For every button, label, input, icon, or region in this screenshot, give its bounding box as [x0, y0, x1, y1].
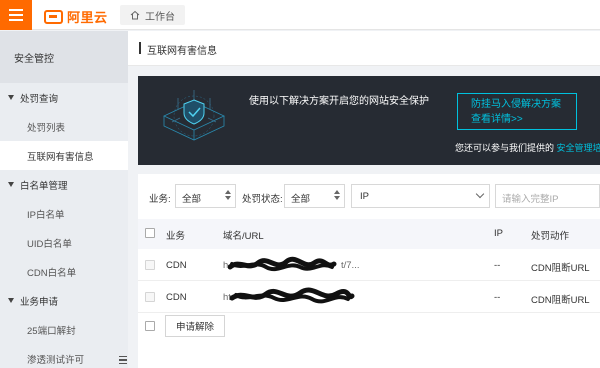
redacted-url-scribble: [230, 287, 355, 304]
row-business: CDN: [166, 292, 187, 303]
page-header: 互联网有害信息: [128, 31, 600, 66]
sidebar-item-uid-whitelist[interactable]: UID白名单: [0, 228, 128, 257]
type-filter-select[interactable]: IP: [351, 184, 490, 208]
row-checkbox: [145, 260, 155, 270]
aliyun-logo-icon: [44, 9, 63, 24]
row-ip: --: [494, 260, 501, 271]
security-shield-illustration-icon: [163, 90, 225, 141]
sidebar-item-harmful-info[interactable]: 互联网有害信息: [0, 141, 128, 170]
workspace-tab-label: 工作台: [145, 11, 175, 23]
sidebar-group-label: 白名单管理: [20, 180, 68, 192]
menu-icon[interactable]: [0, 0, 32, 30]
row-action: CDN阻断URL: [531, 263, 590, 274]
workspace-tab[interactable]: 工作台: [120, 5, 185, 25]
banner-sub-label: 您还可以参与我们提供的: [455, 143, 555, 153]
caret-down-icon: [8, 298, 14, 303]
sidebar-item-pentest-permit[interactable]: 渗透测试许可: [0, 344, 128, 368]
status-filter-label: 处罚状态:: [242, 194, 283, 205]
page-title: 互联网有害信息: [139, 42, 217, 57]
solution-button-line1: 防挂马入侵解决方案: [471, 99, 561, 110]
footer-select-all-checkbox[interactable]: [145, 321, 155, 331]
sidebar-item-port25-unblock[interactable]: 25端口解封: [0, 315, 128, 344]
table-row: CDN h t/7... -- CDN阻断URL: [138, 249, 600, 281]
spinner-arrows-icon: [225, 190, 231, 200]
banner-text: 使用以下解决方案开启您的网站安全保护: [249, 96, 429, 107]
ip-search-input[interactable]: [495, 184, 600, 208]
security-training-link[interactable]: 安全管理培训: [557, 143, 600, 153]
row-checkbox: [145, 292, 155, 302]
status-filter-select[interactable]: 全部: [284, 184, 345, 208]
row-ip: --: [494, 292, 501, 303]
sidebar-group-penalty-query[interactable]: 处罚查询: [0, 83, 128, 112]
business-filter-value: 全部: [182, 194, 202, 205]
status-filter-value: 全部: [291, 194, 311, 205]
logo-text: 阿里云: [67, 10, 108, 25]
sidebar-group-label: 业务申请: [20, 296, 59, 308]
aliyun-logo[interactable]: 阿里云: [44, 7, 108, 26]
sidebar: 安全管控 处罚查询 处罚列表 互联网有害信息 白名单管理 IP白名单 UID白名…: [0, 31, 128, 368]
sidebar-item-ip-whitelist[interactable]: IP白名单: [0, 199, 128, 228]
apply-unblock-button[interactable]: 申请解除: [165, 315, 226, 337]
sidebar-collapse-icon[interactable]: [119, 354, 129, 366]
chevron-down-icon: [475, 189, 485, 199]
table-header: 业务 域名/URL IP 处罚动作: [138, 219, 600, 249]
table-row: CDN ht -- CDN阻断URL: [138, 281, 600, 313]
top-bar: 阿里云 工作台: [0, 0, 600, 30]
sidebar-item-cdn-whitelist[interactable]: CDN白名单: [0, 257, 128, 286]
col-business: 业务: [166, 231, 186, 242]
business-filter-select[interactable]: 全部: [175, 184, 236, 208]
col-action: 处罚动作: [531, 231, 570, 242]
select-all-checkbox[interactable]: [145, 228, 155, 238]
type-filter-value: IP: [360, 191, 369, 202]
caret-down-icon: [8, 182, 14, 187]
sidebar-group-business-apply[interactable]: 业务申请: [0, 286, 128, 315]
content-panel: 业务: 全部 处罚状态: 全部 IP 业务 域名/URL IP 处罚动作 CDN…: [138, 174, 600, 368]
banner-sub-text: 您还可以参与我们提供的 安全管理培训: [455, 141, 600, 154]
col-ip: IP: [494, 228, 503, 239]
business-filter-label: 业务:: [149, 194, 171, 205]
spinner-arrows-icon: [334, 190, 340, 200]
promo-banner: 使用以下解决方案开启您的网站安全保护 防挂马入侵解决方案 查看详情>> 您还可以…: [138, 76, 600, 165]
solution-button-line2: 查看详情>>: [471, 114, 523, 125]
row-url-suffix: t/7...: [341, 260, 360, 271]
solution-detail-button[interactable]: 防挂马入侵解决方案 查看详情>>: [457, 93, 577, 130]
row-business: CDN: [166, 260, 187, 271]
sidebar-group-whitelist[interactable]: 白名单管理: [0, 170, 128, 199]
sidebar-heading: 安全管控: [0, 31, 128, 83]
row-action: CDN阻断URL: [531, 295, 590, 306]
col-domain-url: 域名/URL: [223, 231, 264, 242]
caret-down-icon: [8, 95, 14, 100]
filter-bar: 业务: 全部 处罚状态: 全部 IP: [138, 184, 600, 210]
sidebar-group-label: 处罚查询: [20, 93, 59, 105]
sidebar-item-penalty-list[interactable]: 处罚列表: [0, 112, 128, 141]
home-icon: [130, 10, 140, 20]
redacted-url-scribble: [228, 256, 337, 272]
